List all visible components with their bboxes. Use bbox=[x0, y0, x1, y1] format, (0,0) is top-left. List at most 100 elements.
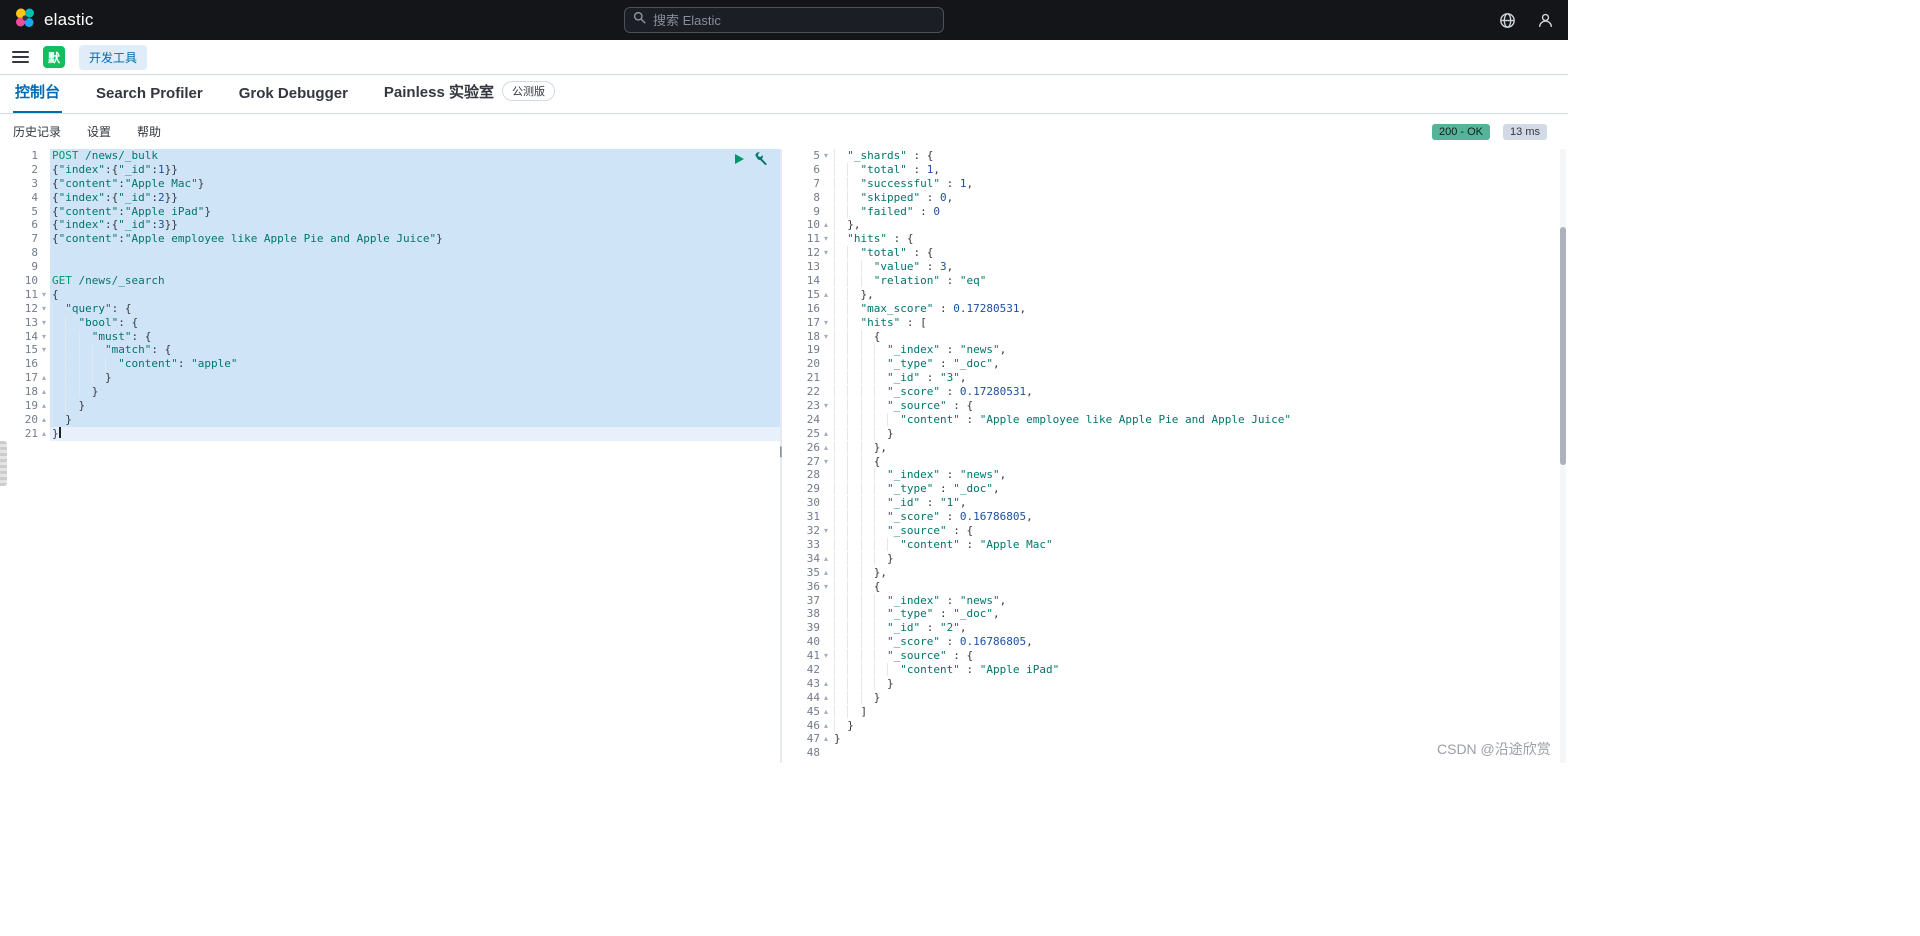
code-line[interactable]: 41 ▾ "_source" : { bbox=[782, 649, 1568, 663]
fold-widget-icon[interactable]: ▾ bbox=[820, 524, 832, 538]
code-line[interactable]: 23 ▾ "_source" : { bbox=[782, 399, 1568, 413]
fold-widget-icon[interactable]: ▾ bbox=[38, 288, 50, 302]
fold-widget-icon[interactable]: ▴ bbox=[820, 691, 832, 705]
code-line[interactable]: 15 ▾ "match": { bbox=[0, 343, 780, 358]
fold-widget-icon[interactable]: ▴ bbox=[820, 552, 832, 566]
code-line[interactable]: 6 "total" : 1, bbox=[782, 162, 1568, 177]
fold-widget-icon[interactable]: ▴ bbox=[820, 719, 832, 733]
fold-widget-icon[interactable]: ▾ bbox=[820, 649, 832, 663]
tab-painless-lab[interactable]: Painless 实验室 公测版 bbox=[382, 81, 557, 113]
code-line[interactable]: 44 ▴ } bbox=[782, 690, 1568, 705]
fold-widget-icon[interactable]: ▴ bbox=[820, 288, 832, 302]
code-line[interactable]: 39 "_id" : "2", bbox=[782, 621, 1568, 635]
code-line[interactable]: 10 GET /news/_search bbox=[0, 274, 780, 288]
code-line[interactable]: 21 ▴} bbox=[0, 426, 780, 441]
code-line[interactable]: 26 ▴ }, bbox=[782, 440, 1568, 455]
code-line[interactable]: 24 "content" : "Apple employee like Appl… bbox=[782, 412, 1568, 427]
send-request-button[interactable] bbox=[735, 153, 744, 164]
code-line[interactable]: 21 "_id" : "3", bbox=[782, 371, 1568, 385]
fold-widget-icon[interactable]: ▾ bbox=[820, 316, 832, 330]
code-line[interactable]: 45 ▴ ] bbox=[782, 704, 1568, 719]
code-line[interactable]: 11 ▾{ bbox=[0, 287, 780, 302]
fold-widget-icon[interactable]: ▴ bbox=[820, 441, 832, 455]
breadcrumb[interactable]: 开发工具 bbox=[79, 44, 148, 70]
tab-search-profiler[interactable]: Search Profiler bbox=[94, 85, 205, 113]
code-line[interactable]: 11 ▾ "hits" : { bbox=[782, 232, 1568, 246]
code-line[interactable]: 7 "successful" : 1, bbox=[782, 176, 1568, 191]
fold-widget-icon[interactable]: ▾ bbox=[38, 316, 50, 330]
code-line[interactable]: 19 "_index" : "news", bbox=[782, 343, 1568, 357]
search-input[interactable] bbox=[653, 12, 935, 28]
code-line[interactable]: 13 ▾ "bool": { bbox=[0, 315, 780, 330]
code-line[interactable]: 32 ▾ "_source" : { bbox=[782, 524, 1568, 538]
code-line[interactable]: 37 "_index" : "news", bbox=[782, 593, 1568, 608]
fold-widget-icon[interactable]: ▴ bbox=[820, 677, 832, 691]
code-line[interactable]: 2 {"index":{"_id":1}} bbox=[0, 162, 780, 177]
code-line[interactable]: 34 ▴ } bbox=[782, 551, 1568, 566]
fold-widget-icon[interactable]: ▴ bbox=[820, 218, 832, 232]
code-line[interactable]: 14 "relation" : "eq" bbox=[782, 274, 1568, 288]
response-viewer[interactable]: 5 ▾ "_shards" : {6 "total" : 1, 7 "success… bbox=[782, 149, 1568, 763]
code-line[interactable]: 27 ▾ { bbox=[782, 454, 1568, 469]
fold-widget-icon[interactable]: ▴ bbox=[38, 413, 50, 427]
code-line[interactable]: 43 ▴ } bbox=[782, 676, 1568, 691]
code-line[interactable]: 17 ▾ "hits" : [ bbox=[782, 315, 1568, 330]
tab-grok-debugger[interactable]: Grok Debugger bbox=[237, 85, 350, 113]
fold-widget-icon[interactable]: ▴ bbox=[820, 705, 832, 719]
code-line[interactable]: 20 ▴ } bbox=[0, 412, 780, 427]
code-line[interactable]: 18 ▴ } bbox=[0, 385, 780, 400]
fold-widget-icon[interactable]: ▴ bbox=[38, 371, 50, 385]
code-line[interactable]: 12 ▾ "total" : { bbox=[782, 246, 1568, 260]
fold-widget-icon[interactable]: ▴ bbox=[820, 427, 832, 441]
code-line[interactable]: 3 {"content":"Apple Mac"} bbox=[0, 176, 780, 191]
fold-widget-icon[interactable]: ▴ bbox=[820, 732, 832, 746]
code-line[interactable]: 5 {"content":"Apple iPad"} bbox=[0, 204, 780, 219]
fold-widget-icon[interactable]: ▾ bbox=[38, 302, 50, 316]
code-line[interactable]: 13 "value" : 3, bbox=[782, 260, 1568, 274]
code-line[interactable]: 33 "content" : "Apple Mac" bbox=[782, 537, 1568, 552]
code-line[interactable]: 29 "_type" : "_doc", bbox=[782, 482, 1568, 496]
fold-widget-icon[interactable]: ▴ bbox=[38, 399, 50, 413]
code-line[interactable]: 31 "_score" : 0.16786805, bbox=[782, 510, 1568, 524]
code-line[interactable]: 12 ▾ "query": { bbox=[0, 301, 780, 316]
code-line[interactable]: 17 ▴ } bbox=[0, 371, 780, 386]
code-line[interactable]: 25 ▴ } bbox=[782, 426, 1568, 441]
fold-widget-icon[interactable]: ▾ bbox=[38, 343, 50, 357]
code-line[interactable]: 1 POST /news/_bulk bbox=[0, 149, 780, 163]
code-line[interactable]: 15 ▴ }, bbox=[782, 287, 1568, 302]
code-line[interactable]: 28 "_index" : "news", bbox=[782, 468, 1568, 482]
code-line[interactable]: 40 "_score" : 0.16786805, bbox=[782, 635, 1568, 649]
code-line[interactable]: 9 "failed" : 0 bbox=[782, 204, 1568, 219]
code-line[interactable]: 8 bbox=[0, 246, 780, 261]
fold-widget-icon[interactable]: ▴ bbox=[38, 385, 50, 399]
space-avatar[interactable]: 默 bbox=[43, 46, 65, 68]
request-editor[interactable]: 1 POST /news/_bulk 2 {"index":{"_id":1}} 3 {"… bbox=[0, 149, 780, 763]
elastic-logo[interactable]: elastic bbox=[14, 7, 94, 34]
side-widget-handle[interactable] bbox=[0, 441, 7, 486]
fold-widget-icon[interactable]: ▾ bbox=[38, 330, 50, 344]
code-line[interactable]: 16 "max_score" : 0.17280531, bbox=[782, 301, 1568, 316]
code-line[interactable]: 6 {"index":{"_id":3}} bbox=[0, 218, 780, 233]
fold-widget-icon[interactable]: ▾ bbox=[820, 455, 832, 469]
help-link[interactable]: 帮助 bbox=[137, 123, 161, 140]
code-line[interactable]: 36 ▾ { bbox=[782, 579, 1568, 594]
code-line[interactable]: 35 ▴ }, bbox=[782, 565, 1568, 580]
code-line[interactable]: 10 ▴ }, bbox=[782, 218, 1568, 232]
code-line[interactable]: 46 ▴ } bbox=[782, 718, 1568, 733]
user-icon[interactable] bbox=[1536, 11, 1554, 29]
code-line[interactable]: 4 {"index":{"_id":2}} bbox=[0, 190, 780, 205]
code-line[interactable]: 20 "_type" : "_doc", bbox=[782, 357, 1568, 371]
fold-widget-icon[interactable]: ▴ bbox=[820, 566, 832, 580]
scrollbar-thumb[interactable] bbox=[1560, 227, 1566, 465]
code-line[interactable]: 5 ▾ "_shards" : { bbox=[782, 149, 1568, 163]
globe-icon[interactable] bbox=[1498, 11, 1516, 29]
code-line[interactable]: 9 bbox=[0, 260, 780, 275]
history-link[interactable]: 历史记录 bbox=[13, 123, 61, 140]
request-options-wrench-icon[interactable] bbox=[753, 151, 768, 166]
fold-widget-icon[interactable]: ▾ bbox=[820, 232, 832, 246]
code-line[interactable]: 30 "_id" : "1", bbox=[782, 496, 1568, 510]
fold-widget-icon[interactable]: ▾ bbox=[820, 246, 832, 260]
code-line[interactable]: 7 {"content":"Apple employee like Apple P… bbox=[0, 232, 780, 247]
code-line[interactable]: 16 "content": "apple" bbox=[0, 357, 780, 372]
tab-console[interactable]: 控制台 bbox=[13, 81, 62, 113]
